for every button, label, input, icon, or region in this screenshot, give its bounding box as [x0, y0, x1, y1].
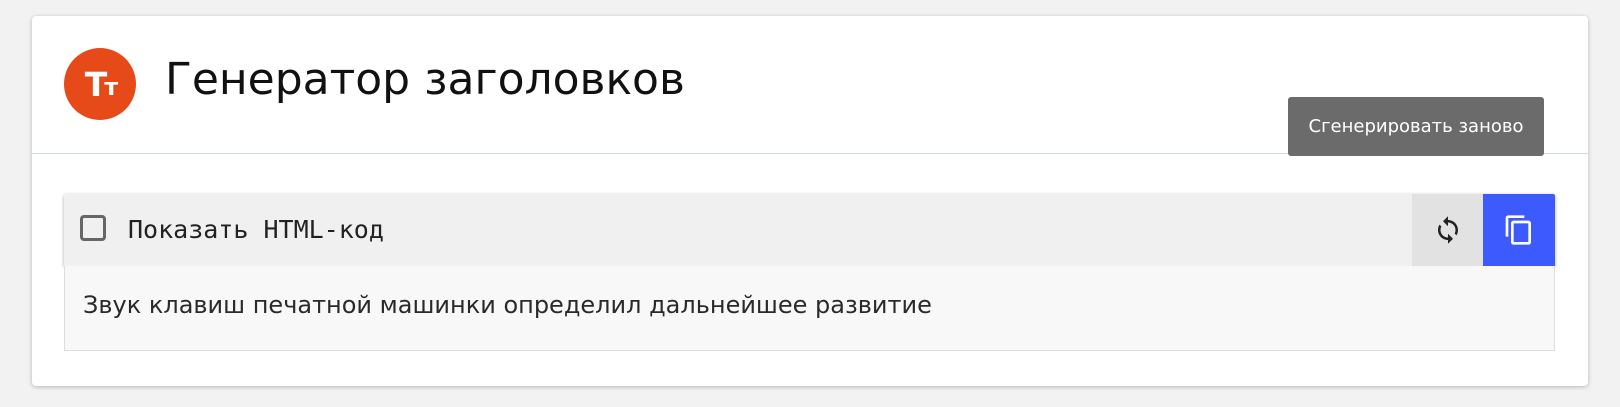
copy-icon	[1505, 215, 1531, 245]
page-title: Генератор заголовков	[165, 54, 685, 105]
regenerate-tooltip: Сгенерировать заново	[1288, 97, 1544, 156]
generated-output: Звук клавиш печатной машинки определил д…	[64, 266, 1555, 351]
output-toolbar: Показать HTML-код	[64, 194, 1555, 266]
app-logo-icon: Тт	[64, 48, 136, 120]
show-html-label[interactable]: Показать HTML-код	[128, 212, 384, 248]
generated-headline: Звук клавиш печатной машинки определил д…	[83, 291, 932, 319]
show-html-checkbox[interactable]	[80, 215, 106, 241]
copy-button[interactable]	[1483, 194, 1555, 266]
regenerate-button[interactable]	[1412, 194, 1484, 266]
refresh-icon	[1438, 216, 1458, 244]
